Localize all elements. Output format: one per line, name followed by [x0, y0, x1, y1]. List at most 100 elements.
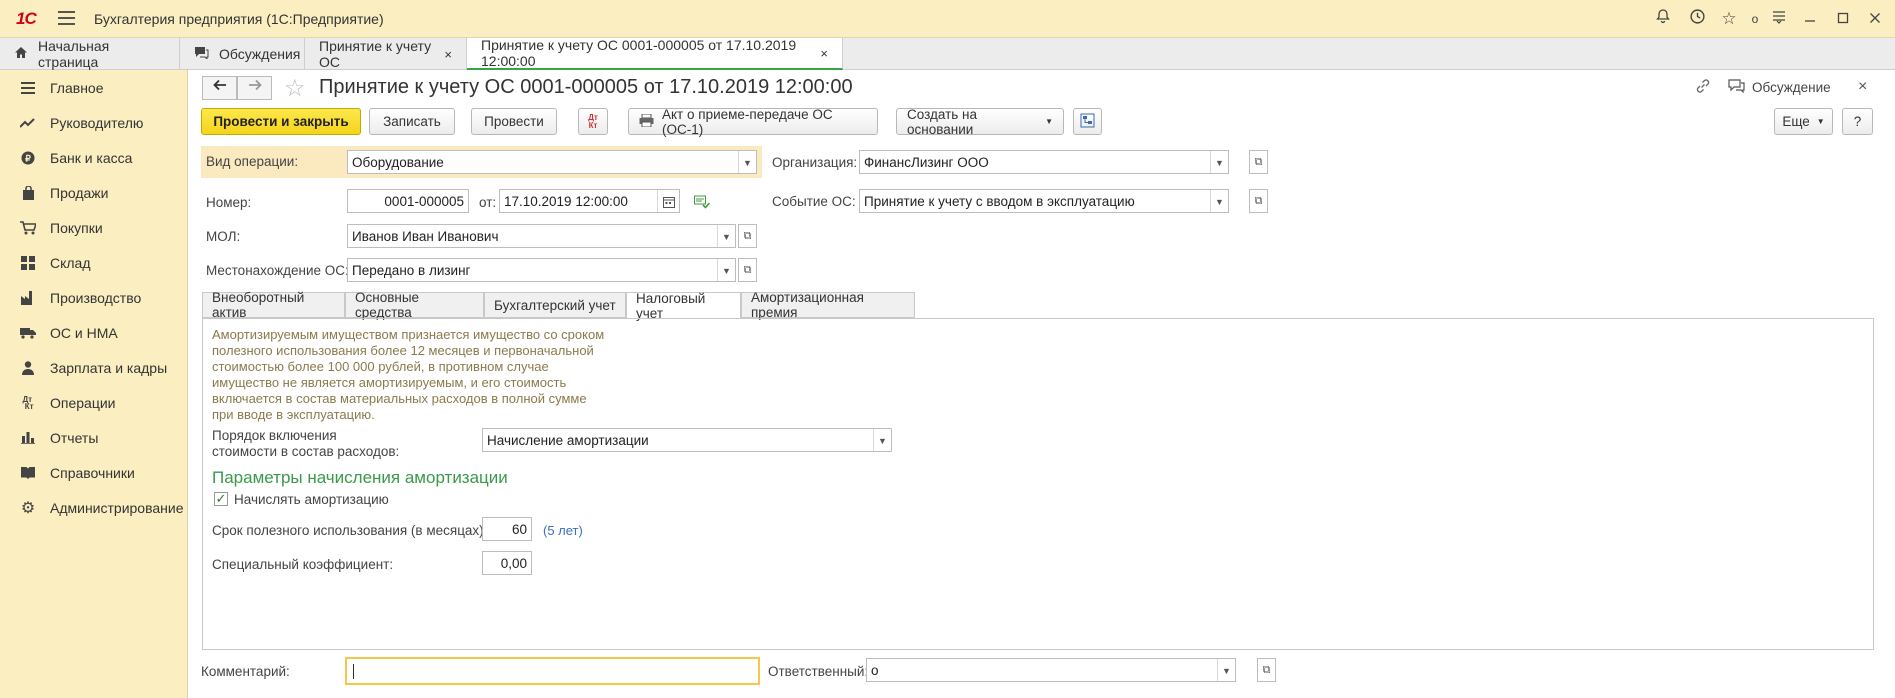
tab-os-document[interactable]: Принятие к учету ОС 0001-000005 от 17.10…	[467, 37, 843, 70]
sidebar-item-admin[interactable]: ⚙ Администрирование	[0, 490, 188, 525]
organization-select[interactable]: ФинансЛизинг ООО ▼	[859, 150, 1229, 174]
tab-home[interactable]: Начальная страница	[0, 38, 180, 70]
chat-icon	[194, 46, 209, 63]
tab-label: Принятие к учету ОС 0001-000005 от 17.10…	[481, 37, 797, 69]
tab-os-list[interactable]: Принятие к учету ОС ×	[305, 38, 467, 70]
mol-label: МОЛ:	[206, 229, 241, 244]
title-bar: 1С Бухгалтерия предприятия (1С:Предприят…	[0, 0, 1895, 38]
warehouse-icon	[20, 255, 36, 271]
book-icon	[20, 465, 36, 481]
post-button[interactable]: Провести	[471, 108, 557, 135]
sidebar-item-label: Производство	[50, 289, 142, 306]
number-field[interactable]: 0001-000005	[347, 189, 469, 213]
chevron-down-icon[interactable]: ▼	[738, 151, 756, 173]
star-icon[interactable]: ☆	[1718, 8, 1740, 30]
structure-button[interactable]	[1073, 108, 1102, 135]
bell-icon[interactable]	[1652, 8, 1674, 30]
sidebar-item-production[interactable]: Производство	[0, 280, 188, 315]
section-title: Параметры начисления амортизации	[212, 468, 508, 487]
expense-order-select[interactable]: Начисление амортизации ▼	[482, 428, 892, 452]
sidebar-item-bank[interactable]: ₽ Банк и касса	[0, 140, 188, 175]
chevron-down-icon[interactable]: ▼	[1210, 151, 1228, 173]
print-act-button[interactable]: Акт о приеме-передаче ОС (ОС-1)	[628, 107, 878, 137]
page-title: Принятие к учету ОС 0001-000005 от 17.10…	[319, 76, 853, 98]
tab-noncurrent-asset[interactable]: Внеоборотный актив	[202, 290, 345, 320]
sidebar-item-warehouse[interactable]: Склад	[0, 245, 188, 280]
comment-input[interactable]	[345, 657, 760, 685]
tab-label: Обсуждения	[219, 46, 301, 62]
gear-icon: ⚙	[20, 499, 36, 517]
open-organization-icon[interactable]: ⧉	[1249, 150, 1268, 174]
date-field[interactable]: 17.10.2019 12:00:00	[499, 189, 680, 213]
chevron-down-icon[interactable]: ▼	[1210, 190, 1228, 212]
sidebar-item-salary[interactable]: Зарплата и кадры	[0, 350, 188, 385]
printer-icon	[639, 113, 654, 130]
close-tab-icon[interactable]: ×	[820, 46, 828, 61]
sidebar-item-sales[interactable]: Продажи	[0, 175, 188, 210]
more-button[interactable]: Еще ▼	[1774, 108, 1833, 135]
sidebar-item-operations[interactable]: Дт Кт Операции	[0, 385, 188, 420]
sidebar-item-references[interactable]: Справочники	[0, 455, 188, 490]
forward-button[interactable]	[237, 76, 272, 100]
event-select[interactable]: Принятие к учету с вводом в эксплуатацию…	[859, 189, 1229, 213]
chevron-down-icon[interactable]: ▼	[1217, 659, 1235, 681]
special-coef-label: Специальный коэффициент:	[212, 557, 394, 572]
dtkt-icon: Дт Кт	[22, 394, 34, 411]
location-value: Передано в лизинг	[352, 262, 471, 278]
open-event-icon[interactable]: ⧉	[1249, 189, 1268, 213]
tab-discussions[interactable]: Обсуждения	[180, 38, 305, 70]
tab-tax-accounting[interactable]: Налоговый учет	[626, 291, 741, 321]
note-line: стоимостью более 100 000 рублей, в проти…	[212, 359, 549, 374]
main-menu-icon[interactable]	[58, 11, 75, 25]
settings-icon[interactable]	[1768, 8, 1790, 30]
link-icon[interactable]	[1695, 78, 1711, 97]
close-tab-icon[interactable]: ×	[444, 47, 452, 62]
location-select[interactable]: Передано в лизинг ▼	[347, 258, 736, 282]
dtkt-button[interactable]: Дт Кт	[578, 108, 608, 135]
useful-life-field[interactable]: 60	[482, 517, 532, 541]
expense-order-label-line: Порядок включения	[212, 428, 337, 443]
chevron-down-icon[interactable]: ▼	[873, 429, 891, 451]
sidebar-item-main[interactable]: Главное	[0, 70, 188, 105]
chevron-down-icon: ▼	[1045, 117, 1053, 126]
responsible-select[interactable]: о ▼	[866, 658, 1236, 682]
maximize-icon[interactable]	[1832, 8, 1854, 30]
chevron-down-icon[interactable]: ▼	[717, 225, 735, 247]
discussion-button[interactable]: Обсуждение	[1728, 79, 1831, 96]
favorite-star-icon[interactable]: ☆	[284, 74, 306, 103]
mol-select[interactable]: Иванов Иван Иванович ▼	[347, 224, 736, 248]
cart-icon	[20, 220, 36, 236]
close-form-icon[interactable]: ×	[1858, 78, 1867, 96]
operation-type-select[interactable]: Оборудование ▼	[347, 150, 757, 174]
close-window-icon[interactable]	[1864, 8, 1886, 30]
coin-icon: ₽	[20, 150, 36, 166]
sidebar-item-fixed-assets[interactable]: ОС и НМА	[0, 315, 188, 350]
create-based-on-button[interactable]: Создать на основании ▼	[896, 107, 1064, 137]
history-icon[interactable]	[1686, 8, 1708, 30]
post-and-close-button[interactable]: Провести и закрыть	[201, 108, 361, 135]
tab-depreciation-bonus[interactable]: Амортизационная премия	[741, 290, 915, 320]
open-location-icon[interactable]: ⧉	[738, 258, 757, 282]
tab-label: Начальная страница	[38, 38, 110, 70]
document-status-icon[interactable]	[694, 195, 711, 212]
operation-type-value: Оборудование	[352, 154, 444, 170]
dot-icon[interactable]: o	[1744, 8, 1766, 30]
chevron-down-icon: ▼	[1816, 117, 1825, 126]
chevron-down-icon[interactable]: ▼	[717, 259, 735, 281]
special-coef-field[interactable]: 0,00	[482, 551, 532, 575]
sidebar-item-label: Склад	[50, 254, 91, 271]
back-button[interactable]	[202, 76, 237, 100]
tab-accounting[interactable]: Бухгалтерский учет	[484, 292, 626, 318]
calendar-icon[interactable]	[657, 190, 679, 212]
sidebar-item-reports[interactable]: Отчеты	[0, 420, 188, 455]
open-responsible-icon[interactable]: ⧉	[1257, 658, 1276, 682]
save-button[interactable]: Записать	[369, 108, 455, 135]
sidebar-item-manager[interactable]: Руководителю	[0, 105, 188, 140]
accrue-depreciation-checkbox[interactable]: ✓	[214, 492, 228, 506]
tab-fixed-assets[interactable]: Основные средства	[345, 290, 484, 320]
sidebar-item-purchases[interactable]: Покупки	[0, 210, 188, 245]
open-mol-icon[interactable]: ⧉	[738, 224, 757, 248]
sidebar-item-label: Зарплата и кадры	[50, 359, 168, 376]
help-button[interactable]: ?	[1842, 108, 1873, 135]
minimize-icon[interactable]	[1799, 8, 1821, 30]
